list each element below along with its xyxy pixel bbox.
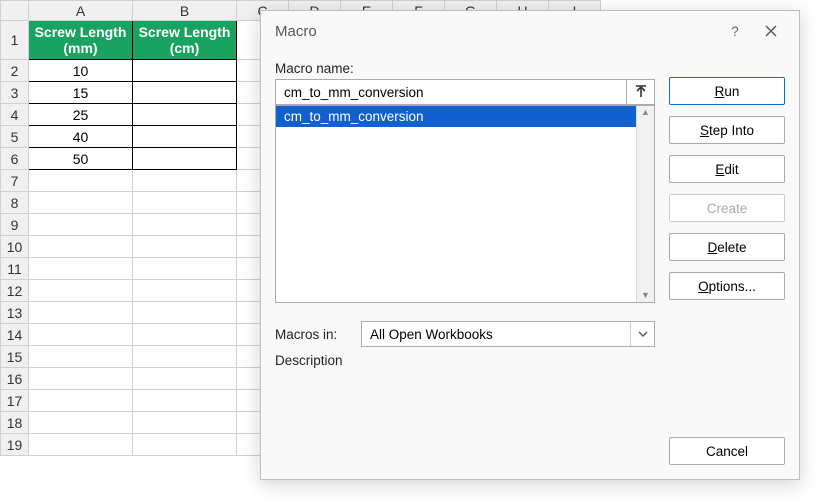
cell[interactable] — [29, 302, 133, 324]
cell[interactable] — [133, 324, 237, 346]
chevron-down-icon — [630, 322, 654, 346]
close-button[interactable] — [753, 19, 789, 43]
row-head[interactable]: 13 — [1, 302, 29, 324]
scroll-up-icon: ▲ — [641, 108, 650, 117]
cell[interactable] — [29, 368, 133, 390]
row-head[interactable]: 11 — [1, 258, 29, 280]
macro-name-field[interactable] — [275, 79, 655, 105]
create-button: Create — [669, 194, 785, 222]
listbox-scrollbar[interactable]: ▲ ▼ — [636, 106, 654, 302]
cell[interactable] — [133, 346, 237, 368]
macros-in-select[interactable]: All Open Workbooks — [361, 321, 655, 347]
dialog-title: Macro — [275, 23, 717, 40]
cell-a3[interactable]: 15 — [29, 82, 133, 104]
row-head[interactable]: 8 — [1, 192, 29, 214]
cell-b4[interactable] — [133, 104, 237, 126]
cell-a1[interactable]: Screw Length (mm) — [29, 21, 133, 60]
cell[interactable] — [29, 434, 133, 456]
cell[interactable] — [29, 214, 133, 236]
cell[interactable] — [133, 302, 237, 324]
cell-b6[interactable] — [133, 148, 237, 170]
description-label: Description — [275, 353, 655, 368]
row-head[interactable]: 7 — [1, 170, 29, 192]
macro-dialog: Macro ? Macro name: cm_to_mm_conversion … — [260, 10, 800, 480]
row-head[interactable]: 9 — [1, 214, 29, 236]
cell[interactable] — [133, 192, 237, 214]
col-head-b[interactable]: B — [133, 1, 237, 21]
row-head[interactable]: 2 — [1, 60, 29, 82]
cell-b5[interactable] — [133, 126, 237, 148]
row-head[interactable]: 3 — [1, 82, 29, 104]
macro-list-item[interactable]: cm_to_mm_conversion — [276, 106, 636, 127]
cell[interactable] — [133, 280, 237, 302]
cell[interactable] — [133, 236, 237, 258]
cell-a4[interactable]: 25 — [29, 104, 133, 126]
col-head-a[interactable]: A — [29, 1, 133, 21]
scroll-down-icon: ▼ — [641, 291, 650, 300]
cell[interactable] — [29, 170, 133, 192]
cell-a5[interactable]: 40 — [29, 126, 133, 148]
row-head[interactable]: 10 — [1, 236, 29, 258]
cell[interactable] — [133, 258, 237, 280]
cell[interactable] — [133, 390, 237, 412]
cell[interactable] — [29, 412, 133, 434]
row-head[interactable]: 5 — [1, 126, 29, 148]
row-head[interactable]: 12 — [1, 280, 29, 302]
cell-a2[interactable]: 10 — [29, 60, 133, 82]
cancel-button[interactable]: Cancel — [669, 437, 785, 465]
arrow-up-icon — [634, 85, 648, 99]
cell[interactable] — [29, 258, 133, 280]
cell[interactable] — [133, 412, 237, 434]
macro-name-input[interactable] — [276, 80, 626, 104]
row-head[interactable]: 6 — [1, 148, 29, 170]
cell[interactable] — [29, 280, 133, 302]
help-button[interactable]: ? — [717, 19, 753, 43]
run-button[interactable]: Run — [669, 77, 785, 105]
collapse-dialog-button[interactable] — [626, 80, 654, 104]
cell[interactable] — [133, 368, 237, 390]
cell-b1[interactable]: Screw Length (cm) — [133, 21, 237, 60]
row-head[interactable]: 1 — [1, 21, 29, 60]
edit-button[interactable]: Edit — [669, 155, 785, 183]
cell-b2[interactable] — [133, 60, 237, 82]
row-head[interactable]: 17 — [1, 390, 29, 412]
cell-a6[interactable]: 50 — [29, 148, 133, 170]
cell-b3[interactable] — [133, 82, 237, 104]
cell[interactable] — [29, 236, 133, 258]
step-into-button[interactable]: Step Into — [669, 116, 785, 144]
select-all-corner[interactable] — [1, 1, 29, 21]
cell[interactable] — [133, 434, 237, 456]
row-head[interactable]: 16 — [1, 368, 29, 390]
close-icon — [765, 25, 777, 37]
options-button[interactable]: Options... — [669, 272, 785, 300]
delete-button[interactable]: Delete — [669, 233, 785, 261]
row-head[interactable]: 4 — [1, 104, 29, 126]
help-icon: ? — [731, 24, 739, 39]
row-head[interactable]: 15 — [1, 346, 29, 368]
cell[interactable] — [133, 214, 237, 236]
cell[interactable] — [29, 390, 133, 412]
row-head[interactable]: 18 — [1, 412, 29, 434]
cell[interactable] — [29, 346, 133, 368]
cell[interactable] — [133, 170, 237, 192]
dialog-titlebar: Macro ? — [261, 11, 799, 49]
macro-name-label: Macro name: — [275, 61, 655, 76]
row-head[interactable]: 14 — [1, 324, 29, 346]
cell[interactable] — [29, 324, 133, 346]
macros-in-value: All Open Workbooks — [362, 327, 630, 342]
row-head[interactable]: 19 — [1, 434, 29, 456]
macro-listbox[interactable]: cm_to_mm_conversion ▲ ▼ — [275, 105, 655, 303]
macros-in-label: Macros in: — [275, 327, 351, 342]
cell[interactable] — [29, 192, 133, 214]
